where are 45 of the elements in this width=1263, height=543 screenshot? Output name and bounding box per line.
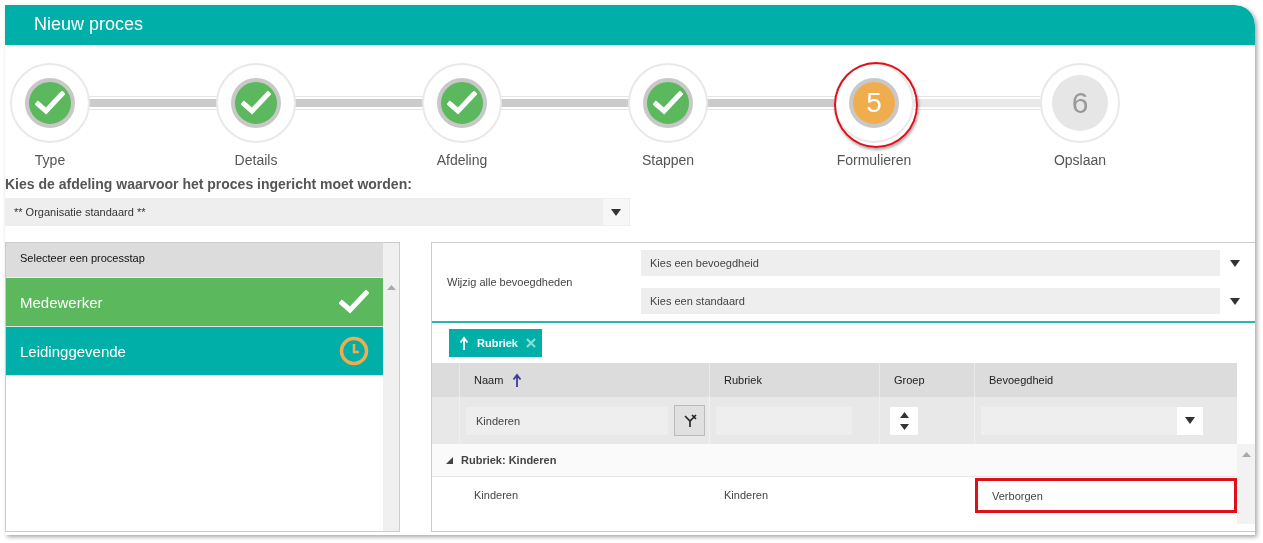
number-spinner[interactable] [890,406,918,435]
filter-button[interactable] [674,405,705,436]
step-name: Medewerker [20,293,103,311]
group-label: Rubriek: Kinderen [461,454,557,466]
step-done-badge[interactable] [437,78,487,128]
scrollbar[interactable] [1237,444,1255,524]
table-cell: Verborgen [975,478,1237,513]
step-label: Opslaan [1053,152,1107,168]
step-done-badge[interactable] [25,78,75,128]
caret-icon [611,208,621,216]
check-icon [241,91,271,115]
window-title: Nieuw proces [5,5,1255,45]
chip-label: Rubriek [477,337,518,349]
scroll-up-icon [1241,452,1251,457]
caret-icon [1185,417,1195,424]
caret-icon [1230,259,1240,267]
select-field[interactable]: Kies een standaard [641,288,1220,314]
clock-icon [339,336,369,366]
step-done-badge[interactable] [231,78,281,128]
field-label: Wijzig alle bevoegdheden [446,276,574,288]
filter-field[interactable]: Kinderen [466,406,668,435]
select-field[interactable]: Kies een bevoegdheid [641,250,1220,276]
table-cell-text: Kinderen [723,488,770,503]
step-label: Stappen [641,152,695,168]
scroll-up-icon [386,285,396,290]
step-label: Formulieren [836,152,912,168]
check-icon [653,91,683,115]
check-icon [35,91,65,115]
spinner-arrows-icon [899,410,909,431]
table-cell-text: Kinderen [473,488,520,503]
filter-clear-icon [682,413,697,428]
close-icon [525,338,536,348]
step-label: Afdeling [436,152,488,168]
scrollbar[interactable] [383,243,399,531]
step-label: Type [34,152,66,168]
column-header[interactable]: Bevoegdheid [975,363,1237,397]
caret-icon [1230,297,1240,305]
step-name: Leidinggevende [20,342,126,360]
step-label: Details [234,152,278,168]
panel-header: Selecteer een processtap [6,243,383,278]
step-done-badge[interactable] [643,78,693,128]
check-icon [447,91,477,115]
field-label: Kies de afdeling waarvoor het proces ingericht moet worden: [5,176,413,192]
department-dropdown[interactable]: ** Organisatie standaard ** [5,198,630,226]
check-icon [339,290,369,314]
